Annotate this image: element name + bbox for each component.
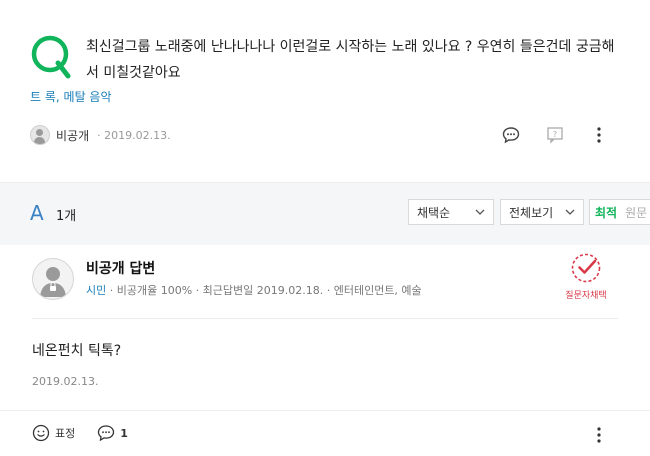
comment-icon[interactable] <box>500 124 522 146</box>
divider <box>0 410 650 411</box>
tab-original[interactable]: 원문 <box>622 204 650 221</box>
question-meta: 비공개 · 2019.02.13. <box>30 124 171 146</box>
question-author[interactable]: 비공개 <box>56 127 89 144</box>
more-icon[interactable] <box>588 124 610 146</box>
sort-select[interactable]: 채택순 <box>408 199 494 225</box>
chevron-down-icon <box>475 209 485 215</box>
chosen-label: 질문자채택 <box>565 291 607 301</box>
checkmark-badge-icon <box>571 253 601 283</box>
question-date: · 2019.02.13. <box>97 128 171 142</box>
comment-icon <box>98 425 115 442</box>
question-actions: ? <box>500 124 610 146</box>
comment-count: 1 <box>120 426 128 440</box>
more-icon[interactable] <box>588 424 610 446</box>
answer-meta-text: · 비공개율 100% · 최근답변일 2019.02.18. · 엔터테인먼트… <box>106 284 422 297</box>
view-select-value: 전체보기 <box>509 205 554 220</box>
reaction-button[interactable]: 표정 <box>32 424 75 442</box>
comment-button[interactable]: 1 <box>97 424 128 442</box>
svg-text:?: ? <box>553 130 557 139</box>
smiley-icon <box>32 424 50 442</box>
answer-body: 네온펀치 틱톡? <box>32 343 122 359</box>
view-select[interactable]: 전체보기 <box>500 199 584 225</box>
sort-select-value: 채택순 <box>417 205 451 220</box>
answer-meta: 시민 · 비공개율 100% · 최근답변일 2019.02.18. · 엔터테… <box>86 282 422 298</box>
chosen-badge: 질문자채택 <box>556 252 616 301</box>
report-icon[interactable]: ? <box>544 124 566 146</box>
translation-toggle: 최적 원문 <box>589 199 650 225</box>
chevron-down-icon <box>565 209 575 215</box>
question-text: 최신걸그룹 노래중에 난나나나나 이런걸로 시작하는 노래 있나요 ? 우연히 … <box>86 39 615 81</box>
question-mark-icon <box>30 34 72 80</box>
answer-title: 비공개 답변 <box>86 261 156 277</box>
answer-letter-icon: A <box>30 201 44 225</box>
answer-avatar <box>32 258 74 300</box>
answer-count: 1개 <box>56 209 77 224</box>
divider <box>32 318 618 319</box>
tab-optimal[interactable]: 최적 <box>590 204 622 221</box>
answer-rank[interactable]: 시민 <box>86 284 106 297</box>
answer-date: 2019.02.13. <box>32 375 99 388</box>
reaction-label: 표정 <box>55 427 76 440</box>
answer-actions: 표정 1 <box>32 424 128 442</box>
avatar <box>30 125 50 145</box>
question-tags[interactable]: 트 록, 메탈 음악 <box>30 88 112 105</box>
